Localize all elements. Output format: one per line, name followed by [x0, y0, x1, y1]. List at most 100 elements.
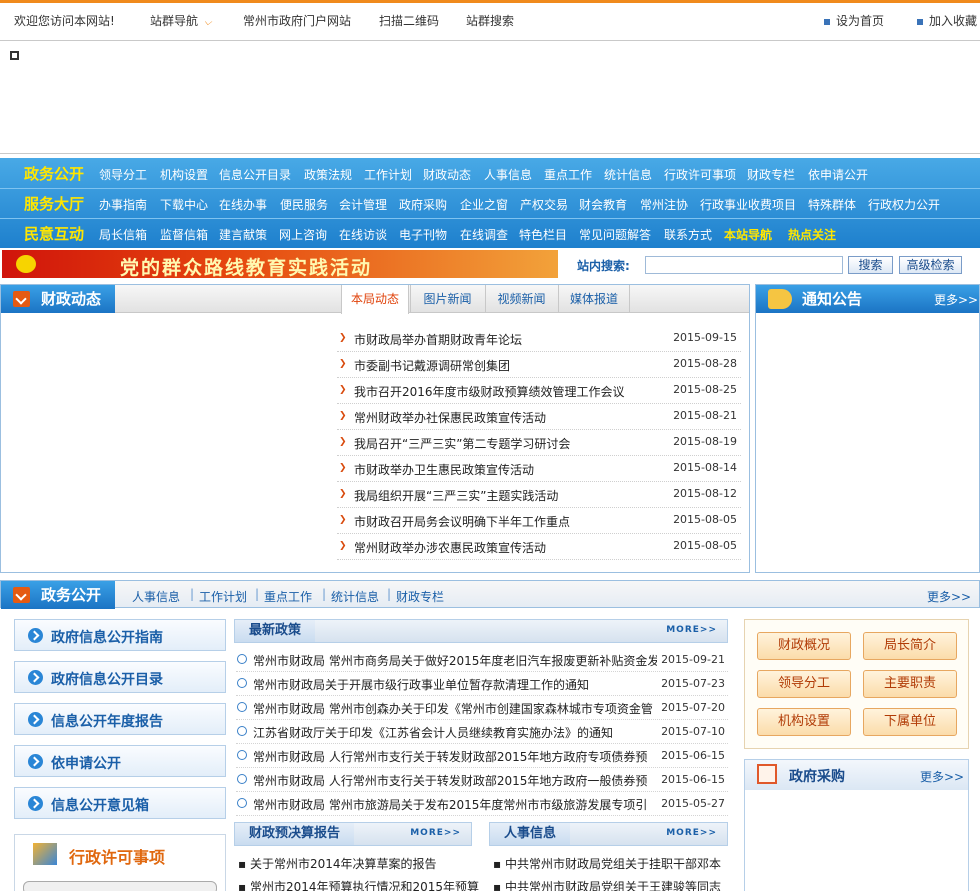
tab-photo-news[interactable]: 图片新闻 — [410, 285, 484, 313]
nav-item[interactable]: 重点工作 — [544, 166, 592, 183]
nav-item[interactable]: 下载中心 — [160, 196, 208, 213]
gov-info-button[interactable]: 政府信息公开目录 — [14, 661, 226, 693]
news-row[interactable]: ❯ 常州财政举办涉农惠民政策宣传活动 2015-08-05 — [337, 534, 741, 560]
news-title[interactable]: 我局召开“三严三实”第二专题学习研讨会 — [354, 435, 570, 452]
nav-item[interactable]: 建言献策 — [219, 226, 267, 243]
news-row[interactable]: ❯ 市委副书记戴源调研常创集团 2015-08-28 — [337, 352, 741, 378]
tab-video-news[interactable]: 视频新闻 — [485, 285, 557, 313]
policy-title[interactable]: 常州市财政局 常州市旅游局关于发布2015年度常州市市级旅游发展专项引 — [253, 796, 657, 813]
campaign-banner[interactable]: 党的群众路线教育实践活动 — [2, 250, 558, 279]
news-row[interactable]: ❯ 我局组织开展“三严三实”主题实践活动 2015-08-12 — [337, 482, 741, 508]
policy-title[interactable]: 常州市财政局 常州市创森办关于印发《常州市创建国家森林城市专项资金管 — [253, 700, 657, 717]
nav-item[interactable]: 常州注协 — [640, 196, 688, 213]
nav-item[interactable]: 网上咨询 — [279, 226, 327, 243]
nav-item[interactable]: 政策法规 — [304, 166, 352, 183]
nav-item[interactable]: 监督信箱 — [160, 226, 208, 243]
nav-item[interactable]: 特色栏目 — [519, 226, 567, 243]
news-row[interactable]: ❯ 市财政局举办首期财政青年论坛 2015-09-15 — [337, 326, 741, 352]
news-title[interactable]: 我市召开2016年度市级财政预算绩效管理工作会议 — [354, 383, 625, 400]
permit-dropdown[interactable] — [23, 881, 217, 891]
quick-link-button[interactable]: 财政概况 — [757, 632, 851, 660]
policy-row[interactable]: 常州市财政局 常州市创森办关于印发《常州市创建国家森林城市专项资金管 2015-0… — [236, 696, 728, 720]
nav-item[interactable]: 财政动态 — [423, 166, 471, 183]
nav-item[interactable]: 行政许可事项 — [664, 166, 736, 183]
policy-title[interactable]: 常州市财政局 常州市商务局关于做好2015年度老旧汽车报废更新补贴资金发 — [253, 652, 657, 669]
gov-affairs-link[interactable]: 统计信息 — [331, 588, 379, 605]
news-title[interactable]: 市财政局举办首期财政青年论坛 — [354, 331, 522, 348]
nav-item[interactable]: 会计管理 — [339, 196, 387, 213]
news-title[interactable]: 我局组织开展“三严三实”主题实践活动 — [354, 487, 558, 504]
gov-affairs-link[interactable]: 重点工作 — [264, 588, 312, 605]
personnel-info-more-link[interactable]: MORE>> — [666, 828, 717, 838]
gov-info-button[interactable]: 政府信息公开指南 — [14, 619, 226, 651]
news-row[interactable]: ❯ 常州财政举办社保惠民政策宣传活动 2015-08-21 — [337, 404, 741, 430]
nav-item[interactable]: 产权交易 — [520, 196, 568, 213]
gov-info-button[interactable]: 依申请公开 — [14, 745, 226, 777]
nav-item[interactable]: 便民服务 — [280, 196, 328, 213]
procurement-more-link[interactable]: 更多>> — [920, 768, 964, 785]
nav-item[interactable]: 人事信息 — [484, 166, 532, 183]
tab-media-reports[interactable]: 媒体报道 — [558, 285, 630, 313]
nav-item[interactable]: 企业之窗 — [460, 196, 508, 213]
news-title[interactable]: 常州财政举办涉农惠民政策宣传活动 — [354, 539, 546, 556]
nav-item[interactable]: 局长信箱 — [99, 226, 147, 243]
gov-info-button[interactable]: 信息公开意见箱 — [14, 787, 226, 819]
nav-item[interactable]: 领导分工 — [99, 166, 147, 183]
gov-affairs-link[interactable]: 工作计划 — [199, 588, 247, 605]
nav-item[interactable]: 行政事业收费项目 — [700, 196, 796, 213]
policy-row[interactable]: 江苏省财政厅关于印发《江苏省会计人员继续教育实施办法》的通知 2015-07-10 — [236, 720, 728, 744]
qr-code-link[interactable]: 扫描二维码 — [379, 12, 439, 29]
policy-title[interactable]: 常州市财政局关于开展市级行政事业单位暂存款清理工作的通知 — [253, 676, 657, 693]
quick-link-button[interactable]: 机构设置 — [757, 708, 851, 736]
policy-row[interactable]: 常州市财政局 常州市旅游局关于发布2015年度常州市市级旅游发展专项引 2015-… — [236, 792, 728, 816]
latest-policy-more-link[interactable]: MORE>> — [666, 625, 717, 635]
budget-item[interactable]: ▪ 关于常州市2014年决算草案的报告 — [238, 855, 437, 872]
nav-item[interactable]: 常见问题解答 — [579, 226, 651, 243]
nav-item[interactable]: 政府采购 — [399, 196, 447, 213]
news-title[interactable]: 市委副书记戴源调研常创集团 — [354, 357, 510, 374]
news-title[interactable]: 市财政召开局务会议明确下半年工作重点 — [354, 513, 570, 530]
news-row[interactable]: ❯ 市财政举办卫生惠民政策宣传活动 2015-08-14 — [337, 456, 741, 482]
advanced-search-button[interactable]: 高级检索 — [899, 256, 962, 274]
personnel-item[interactable]: ▪ 中共常州市财政局党组关于王建骏等同志 — [493, 878, 721, 891]
nav-highlight-item[interactable]: 本站导航 — [724, 226, 772, 243]
policy-title[interactable]: 常州市财政局 人行常州市支行关于转发财政部2015年地方政府一般债券预 — [253, 772, 657, 789]
tab-bureau-news[interactable]: 本局动态 — [341, 285, 409, 314]
nav-item[interactable]: 财会教育 — [579, 196, 627, 213]
nav-item[interactable]: 电子刊物 — [399, 226, 447, 243]
news-title[interactable]: 常州财政举办社保惠民政策宣传活动 — [354, 409, 546, 426]
nav-item[interactable]: 信息公开目录 — [219, 166, 291, 183]
nav-highlight-item[interactable]: 热点关注 — [788, 226, 836, 243]
policy-row[interactable]: 常州市财政局 人行常州市支行关于转发财政部2015年地方政府一般债券预 2015-… — [236, 768, 728, 792]
budget-item[interactable]: ▪ 常州市2014年预算执行情况和2015年预算 — [238, 878, 479, 891]
gov-info-button[interactable]: 信息公开年度报告 — [14, 703, 226, 735]
policy-row[interactable]: 常州市财政局 常州市商务局关于做好2015年度老旧汽车报废更新补贴资金发 2015… — [236, 648, 728, 672]
policy-title[interactable]: 江苏省财政厅关于印发《江苏省会计人员继续教育实施办法》的通知 — [253, 724, 657, 741]
nav-item[interactable]: 在线访谈 — [339, 226, 387, 243]
quick-link-button[interactable]: 局长简介 — [863, 632, 957, 660]
nav-item[interactable]: 在线调查 — [460, 226, 508, 243]
news-row[interactable]: ❯ 市财政召开局务会议明确下半年工作重点 2015-08-05 — [337, 508, 741, 534]
add-favorite-link[interactable]: 加入收藏 — [917, 12, 977, 29]
news-row[interactable]: ❯ 我市召开2016年度市级财政预算绩效管理工作会议 2015-08-25 — [337, 378, 741, 404]
gov-affairs-link[interactable]: 人事信息 — [132, 588, 180, 605]
policy-title[interactable]: 常州市财政局 人行常州市支行关于转发财政部2015年地方政府专项债券预 — [253, 748, 657, 765]
quick-link-button[interactable]: 主要职责 — [863, 670, 957, 698]
nav-item[interactable]: 依申请公开 — [808, 166, 868, 183]
quick-link-button[interactable]: 领导分工 — [757, 670, 851, 698]
nav-item[interactable]: 行政权力公开 — [868, 196, 940, 213]
policy-row[interactable]: 常州市财政局 人行常州市支行关于转发财政部2015年地方政府专项债券预 2015-… — [236, 744, 728, 768]
nav-item[interactable]: 联系方式 — [664, 226, 712, 243]
budget-report-more-link[interactable]: MORE>> — [410, 828, 461, 838]
site-nav-menu[interactable]: 站群导航 ⌵ — [150, 12, 212, 29]
site-search-link[interactable]: 站群搜索 — [466, 12, 514, 29]
notice-more-link[interactable]: 更多>> — [934, 291, 978, 308]
personnel-item[interactable]: ▪ 中共常州市财政局党组关于挂职干部邓本 — [493, 855, 721, 872]
search-button[interactable]: 搜索 — [848, 256, 893, 274]
search-input[interactable] — [645, 256, 843, 274]
nav-item[interactable]: 机构设置 — [160, 166, 208, 183]
nav-item[interactable]: 工作计划 — [364, 166, 412, 183]
policy-row[interactable]: 常州市财政局关于开展市级行政事业单位暂存款清理工作的通知 2015-07-23 — [236, 672, 728, 696]
news-row[interactable]: ❯ 我局召开“三严三实”第二专题学习研讨会 2015-08-19 — [337, 430, 741, 456]
gov-portal-link[interactable]: 常州市政府门户网站 — [243, 12, 351, 29]
